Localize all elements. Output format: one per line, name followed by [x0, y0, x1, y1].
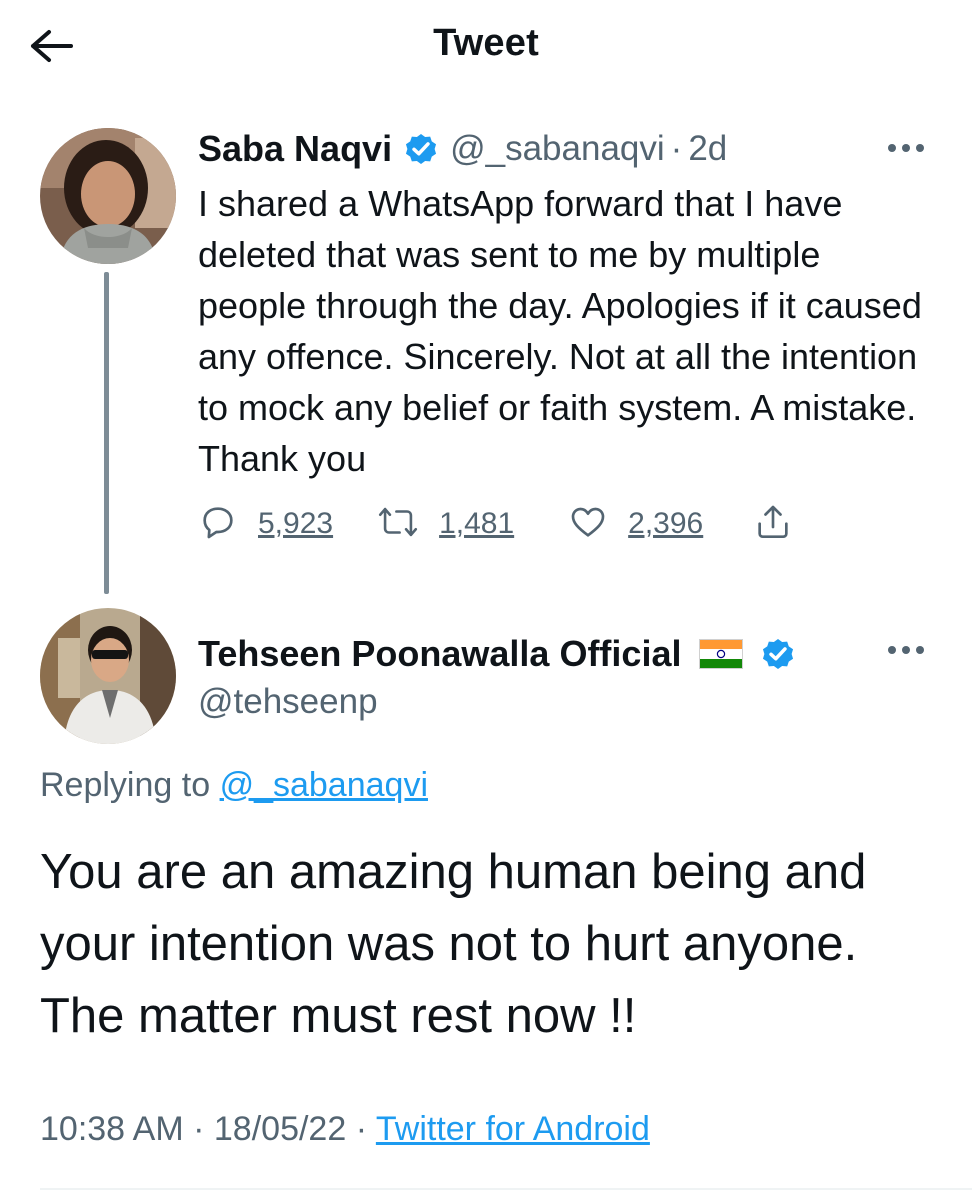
reply-icon [198, 502, 238, 547]
page-title: Tweet [433, 22, 539, 64]
share-button[interactable] [753, 502, 793, 547]
avatar[interactable] [40, 608, 176, 744]
retweet-count: 1,481 [439, 507, 515, 540]
tweet-actions: 5,923 1,481 2,396 [198, 500, 793, 548]
avatar[interactable] [40, 128, 176, 264]
tweet-age[interactable]: 2d [688, 129, 727, 169]
tweet-text: I shared a WhatsApp forward that I have … [198, 183, 922, 479]
tweet-date: 18/05/22 [213, 1110, 347, 1148]
reply-count: 5,923 [258, 507, 334, 540]
tweet-author-row: Tehseen Poonawalla Official [198, 630, 807, 678]
retweet-button[interactable]: 1,481 [377, 502, 514, 547]
retweet-icon [377, 502, 419, 547]
dot-separator: · [193, 1110, 205, 1148]
author-handle[interactable]: @_sabanaqvi [450, 129, 665, 169]
reply-button[interactable]: 5,923 [198, 502, 333, 547]
author-name[interactable]: Saba Naqvi [198, 128, 392, 170]
share-icon [753, 502, 793, 547]
more-options-icon[interactable] [876, 630, 936, 670]
tweet-author-row: Saba Naqvi @_sabanaqvi · 2d [198, 125, 727, 173]
dot-separator: · [355, 1110, 368, 1148]
author-handle[interactable]: @tehseenp [198, 682, 378, 722]
replying-to: Replying to @_sabanaqvi [40, 766, 428, 805]
divider [40, 1188, 972, 1190]
like-button[interactable]: 2,396 [568, 502, 703, 547]
tweet-metadata: 10:38 AM · 18/05/22 · Twitter for Androi… [40, 1110, 650, 1149]
more-options-icon[interactable] [876, 128, 936, 168]
source-link[interactable]: Twitter for Android [376, 1110, 650, 1148]
dot-separator: · [670, 129, 683, 168]
like-count: 2,396 [628, 507, 704, 540]
heart-icon [568, 502, 608, 547]
tweet-time: 10:38 AM [40, 1110, 184, 1148]
thread-connector [104, 272, 109, 594]
tweet-text: You are an amazing human being and your … [40, 845, 867, 1043]
verified-badge-icon [759, 635, 797, 673]
replying-prefix: Replying to [40, 766, 211, 804]
author-name[interactable]: Tehseen Poonawalla Official [198, 633, 681, 675]
verified-badge-icon [402, 130, 440, 168]
replying-handle-link[interactable]: @_sabanaqvi [220, 766, 428, 804]
india-flag-icon [699, 639, 744, 669]
